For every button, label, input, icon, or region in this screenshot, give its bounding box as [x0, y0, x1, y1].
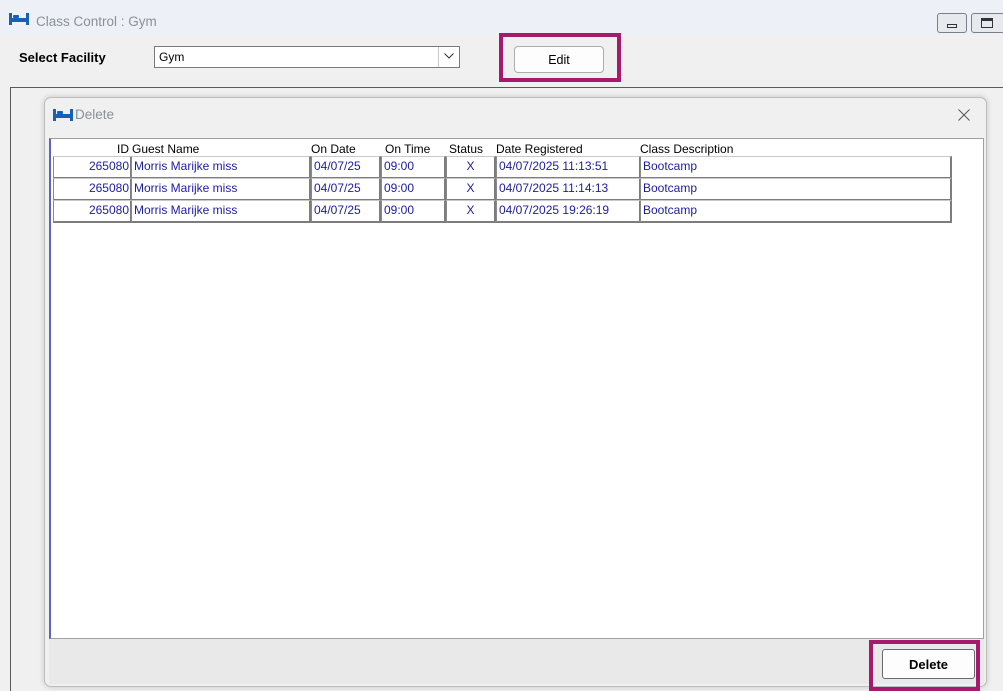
edit-button[interactable]: Edit	[514, 46, 604, 73]
cell-class-description: Bootcamp	[640, 178, 952, 201]
column-header-status: Status	[449, 142, 484, 156]
cell-on-date: 04/07/25	[311, 178, 381, 201]
dropdown-arrow-button[interactable]	[438, 47, 459, 67]
column-header-on-date: On Date	[311, 142, 356, 156]
cell-on-date: 04/07/25	[311, 200, 381, 223]
dialog-footer	[49, 639, 984, 684]
close-button[interactable]	[952, 103, 976, 127]
table-row[interactable]: 265080 Morris Marijke miss 04/07/25 09:0…	[53, 200, 952, 223]
cell-on-date: 04/07/25	[311, 156, 381, 179]
cell-date-registered: 04/07/2025 11:13:51	[496, 156, 641, 179]
column-header-class-description: Class Description	[640, 142, 734, 156]
delete-dialog: Delete ID Guest Name On Date On Time Sta…	[44, 97, 987, 687]
cell-id: 265080	[53, 200, 132, 223]
cell-on-time: 09:00	[381, 178, 446, 201]
cell-id: 265080	[53, 156, 132, 179]
minimize-button[interactable]	[937, 13, 967, 33]
column-header-guest-name: Guest Name	[132, 142, 200, 156]
cell-status: X	[446, 178, 496, 201]
cell-class-description: Bootcamp	[640, 200, 952, 223]
cell-status: X	[446, 200, 496, 223]
column-header-on-time: On Time	[385, 142, 431, 156]
cell-guest-name: Morris Marijke miss	[131, 156, 311, 179]
cell-date-registered: 04/07/2025 19:26:19	[496, 200, 641, 223]
close-icon	[958, 109, 970, 121]
cell-guest-name: Morris Marijke miss	[131, 200, 311, 223]
cell-class-description: Bootcamp	[640, 156, 952, 179]
delete-button[interactable]: Delete	[882, 649, 975, 679]
window-title: Class Control : Gym	[36, 14, 157, 29]
chevron-down-icon	[444, 53, 454, 59]
cell-id: 265080	[53, 178, 132, 201]
cell-on-time: 09:00	[381, 200, 446, 223]
cell-on-time: 09:00	[381, 156, 446, 179]
bed-icon	[53, 109, 73, 121]
window-titlebar: Class Control : Gym	[0, 0, 1003, 34]
select-facility-label: Select Facility	[19, 50, 106, 65]
table-row[interactable]: 265080 Morris Marijke miss 04/07/25 09:0…	[53, 156, 952, 179]
column-header-id: ID	[117, 142, 129, 156]
registrations-list: ID Guest Name On Date On Time Status Dat…	[49, 138, 984, 639]
facility-dropdown[interactable]: Gym	[154, 46, 460, 68]
maximize-button[interactable]	[971, 13, 1003, 33]
bed-icon	[9, 13, 29, 25]
table-row[interactable]: 265080 Morris Marijke miss 04/07/25 09:0…	[53, 178, 952, 201]
cell-status: X	[446, 156, 496, 179]
cell-guest-name: Morris Marijke miss	[131, 178, 311, 201]
column-header-date-registered: Date Registered	[496, 142, 583, 156]
dialog-title: Delete	[75, 107, 115, 122]
cell-date-registered: 04/07/2025 11:14:13	[496, 178, 641, 201]
facility-selected-value: Gym	[159, 50, 185, 64]
